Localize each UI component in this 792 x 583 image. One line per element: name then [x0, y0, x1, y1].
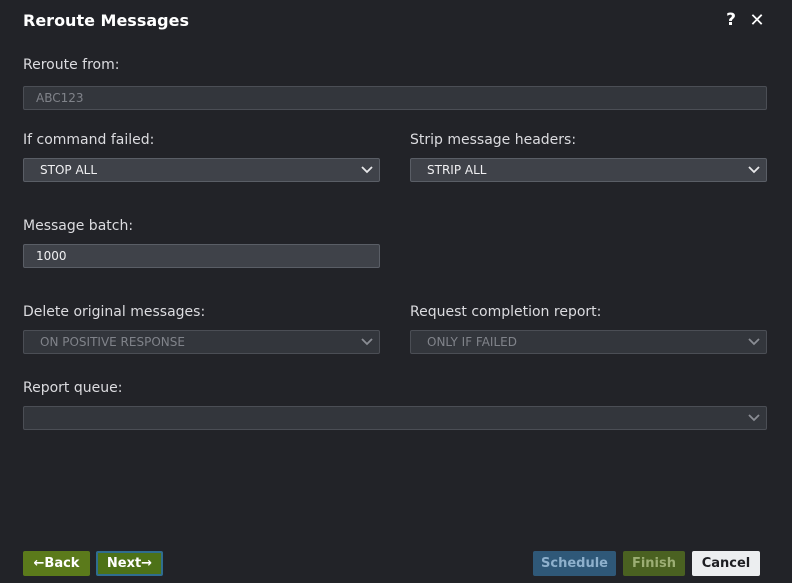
- back-button[interactable]: ←Back: [23, 551, 90, 576]
- delete-original-select[interactable]: ON POSITIVE RESPONSE: [23, 330, 380, 354]
- strip-headers-label: Strip message headers:: [410, 132, 577, 148]
- completion-report-value: ONLY IF FAILED: [427, 335, 517, 349]
- close-icon[interactable]: ✕: [749, 10, 765, 31]
- delete-original-value: ON POSITIVE RESPONSE: [40, 335, 185, 349]
- reroute-from-value: ABC123: [36, 91, 84, 105]
- chevron-down-icon: [361, 165, 373, 175]
- cancel-button[interactable]: Cancel: [692, 551, 760, 576]
- report-queue-select[interactable]: [23, 406, 767, 430]
- command-failed-select[interactable]: STOP ALL: [23, 158, 380, 182]
- command-failed-value: STOP ALL: [40, 163, 98, 177]
- completion-report-label: Request completion report:: [410, 304, 602, 320]
- command-failed-label: If command failed:: [23, 132, 155, 148]
- message-batch-label: Message batch:: [23, 218, 134, 234]
- strip-headers-value: STRIP ALL: [427, 163, 487, 177]
- delete-original-label: Delete original messages:: [23, 304, 206, 320]
- chevron-down-icon: [361, 337, 373, 347]
- reroute-from-label: Reroute from:: [23, 57, 120, 73]
- chevron-down-icon: [748, 165, 760, 175]
- report-queue-label: Report queue:: [23, 380, 123, 396]
- schedule-button[interactable]: Schedule: [533, 551, 616, 576]
- next-button[interactable]: Next→: [96, 551, 163, 576]
- reroute-from-input[interactable]: ABC123: [23, 86, 767, 110]
- completion-report-select[interactable]: ONLY IF FAILED: [410, 330, 767, 354]
- message-batch-value: 1000: [36, 249, 67, 263]
- message-batch-input[interactable]: 1000: [23, 244, 380, 268]
- chevron-down-icon: [748, 337, 760, 347]
- strip-headers-select[interactable]: STRIP ALL: [410, 158, 767, 182]
- finish-button[interactable]: Finish: [623, 551, 685, 576]
- help-icon[interactable]: ?: [724, 10, 738, 30]
- dialog-title: Reroute Messages: [23, 11, 189, 30]
- chevron-down-icon: [748, 413, 760, 423]
